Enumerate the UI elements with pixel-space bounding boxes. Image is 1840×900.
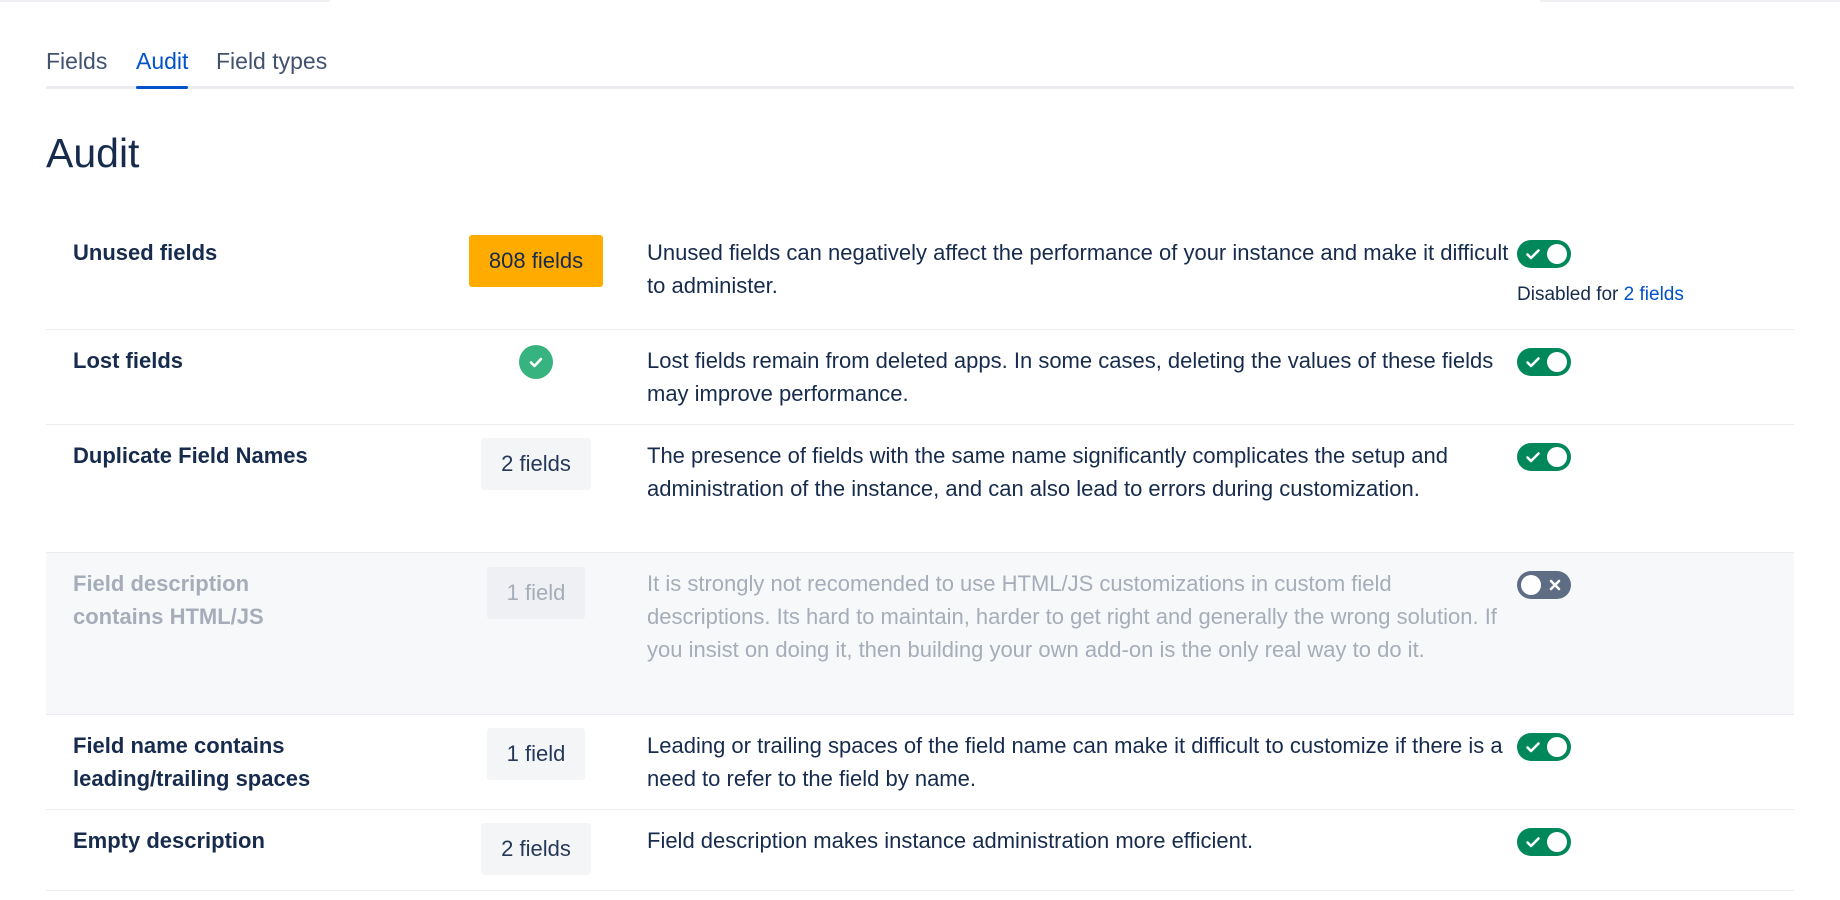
- toggle-knob: [1547, 244, 1567, 264]
- page-title: Audit: [46, 130, 140, 176]
- audit-row-html-js-description: Field description contains HTML/JS 1 fie…: [46, 553, 1794, 715]
- row-name: Unused fields: [73, 240, 218, 265]
- enable-toggle[interactable]: [1517, 571, 1571, 599]
- toggle-knob: [1547, 832, 1567, 852]
- count-badge[interactable]: 2 fields: [481, 823, 591, 875]
- audit-row-lost-fields: Lost fields Lost fields remain from dele…: [46, 330, 1794, 425]
- count-badge[interactable]: 808 fields: [468, 235, 604, 287]
- row-name: Empty description: [73, 828, 265, 853]
- row-count-cell: 808 fields: [421, 235, 651, 287]
- enable-toggle[interactable]: [1517, 443, 1571, 471]
- count-badge[interactable]: 2 fields: [481, 438, 591, 490]
- row-toggle-cell: [1517, 733, 1777, 761]
- row-name: Lost fields: [73, 348, 184, 373]
- check-circle-icon: [519, 345, 553, 379]
- row-count-cell: 2 fields: [421, 438, 651, 490]
- toggle-knob: [1547, 352, 1567, 372]
- count-badge[interactable]: 1 field: [486, 567, 586, 619]
- row-count-cell: 1 field: [421, 728, 651, 780]
- close-icon: [1549, 579, 1561, 591]
- tab-fields[interactable]: Fields: [46, 46, 107, 86]
- audit-page: Fields Audit Field types Audit Unused fi…: [0, 0, 1840, 900]
- tab-field-types[interactable]: Field types: [216, 46, 327, 86]
- enable-toggle[interactable]: [1517, 240, 1571, 268]
- top-divider-left: [0, 0, 330, 2]
- row-description: Leading or trailing spaces of the field …: [647, 733, 1503, 791]
- row-count-cell: 2 fields: [421, 823, 651, 875]
- row-toggle-cell: Disabled for 2 fields: [1517, 240, 1777, 308]
- check-icon: [1526, 742, 1540, 753]
- audit-row-empty-description: Empty description 2 fields Field descrip…: [46, 810, 1794, 891]
- enable-toggle[interactable]: [1517, 828, 1571, 856]
- disabled-fields-link[interactable]: 2 fields: [1624, 284, 1684, 305]
- row-description: Lost fields remain from deleted apps. In…: [647, 348, 1494, 406]
- row-description: Field description makes instance adminis…: [647, 828, 1254, 853]
- toggle-knob: [1547, 447, 1567, 467]
- row-toggle-cell: [1517, 443, 1777, 471]
- disabled-note: Disabled for 2 fields: [1517, 282, 1777, 308]
- row-description: It is strongly not recomended to use HTM…: [647, 571, 1497, 662]
- row-name: Duplicate Field Names: [73, 443, 308, 468]
- audit-row-unused-fields: Unused fields 808 fields Unused fields c…: [46, 222, 1794, 330]
- audit-row-duplicate-field-names: Duplicate Field Names 2 fields The prese…: [46, 425, 1794, 553]
- tab-bar: Fields Audit Field types: [46, 46, 1794, 89]
- row-name: Field name contains leading/trailing spa…: [73, 733, 311, 791]
- row-toggle-cell: [1517, 571, 1777, 599]
- toggle-knob: [1547, 737, 1567, 757]
- row-description: Unused fields can negatively affect the …: [647, 240, 1509, 298]
- disabled-note-prefix: Disabled for: [1517, 284, 1619, 305]
- enable-toggle[interactable]: [1517, 348, 1571, 376]
- check-icon: [1526, 357, 1540, 368]
- check-icon: [1526, 837, 1540, 848]
- check-icon: [1526, 249, 1540, 260]
- top-divider-right: [1540, 0, 1840, 2]
- row-count-cell: 1 field: [421, 567, 651, 619]
- tab-audit[interactable]: Audit: [136, 46, 189, 89]
- count-badge[interactable]: 1 field: [486, 728, 586, 780]
- row-count-cell: [421, 343, 651, 379]
- row-name: Field description contains HTML/JS: [73, 571, 264, 629]
- audit-row-leading-trailing-spaces: Field name contains leading/trailing spa…: [46, 715, 1794, 810]
- row-toggle-cell: [1517, 348, 1777, 376]
- enable-toggle[interactable]: [1517, 733, 1571, 761]
- check-icon: [1526, 452, 1540, 463]
- toggle-knob: [1521, 575, 1541, 595]
- row-description: The presence of fields with the same nam…: [647, 443, 1448, 501]
- row-toggle-cell: [1517, 828, 1777, 856]
